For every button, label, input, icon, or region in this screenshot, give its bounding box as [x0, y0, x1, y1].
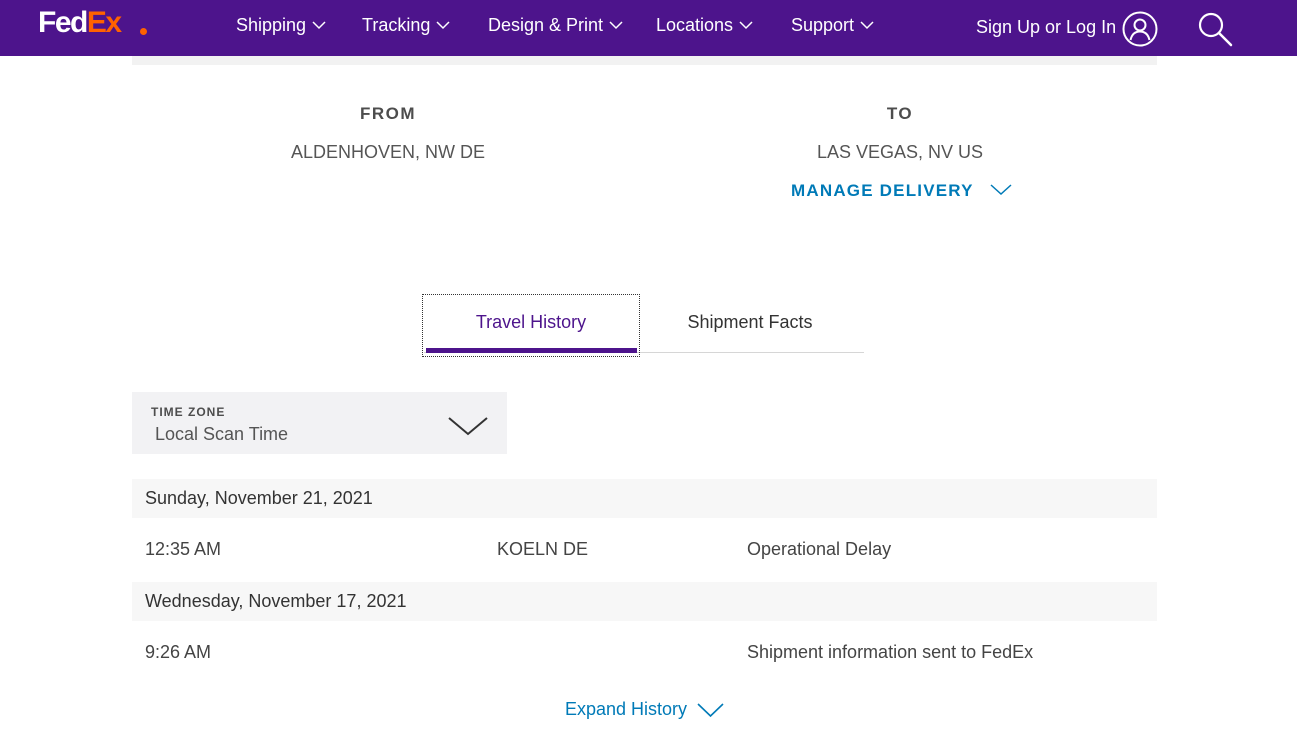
- history-event-row: 12:35 AM KOELN DE Operational Delay: [132, 530, 1157, 570]
- nav-support-label: Support: [791, 14, 855, 35]
- chevron-down-icon: [448, 417, 488, 436]
- tab-travel-history-label: Travel History: [475, 312, 587, 332]
- chevron-down-icon[interactable]: [990, 184, 1012, 196]
- sign-up-login-link[interactable]: Sign Up or Log In: [976, 14, 1116, 40]
- tab-travel-history[interactable]: Travel History: [422, 294, 640, 357]
- top-navigation-bar: FedEx Shipping Tracking Design & Print L…: [0, 0, 1297, 56]
- timezone-select[interactable]: TIME ZONE Local Scan Time: [132, 392, 507, 454]
- user-account-icon[interactable]: [1121, 10, 1159, 48]
- chevron-down-icon[interactable]: [697, 703, 724, 718]
- timezone-value: Local Scan Time: [155, 424, 289, 444]
- nav-design-print-label: Design & Print: [488, 14, 604, 35]
- chevron-down-icon: [739, 20, 753, 29]
- active-tab-indicator: [426, 348, 637, 353]
- search-icon[interactable]: [1197, 11, 1233, 47]
- nav-tracking-label: Tracking: [362, 14, 431, 35]
- event-status: Shipment information sent to FedEx: [747, 642, 1034, 662]
- chevron-down-icon: [609, 20, 623, 29]
- to-location: LAS VEGAS, NV US: [816, 142, 984, 162]
- event-status: Operational Delay: [747, 539, 892, 559]
- from-location: ALDENHOVEN, NW DE: [290, 142, 486, 162]
- chevron-down-icon: [312, 20, 326, 29]
- from-label: FROM: [359, 104, 417, 123]
- timezone-label: TIME ZONE: [151, 405, 226, 419]
- section-divider: [132, 56, 1157, 65]
- tab-shipment-facts[interactable]: Shipment Facts: [640, 312, 860, 333]
- event-location: KOELN DE: [497, 539, 589, 559]
- nav-support[interactable]: Support: [791, 13, 874, 37]
- logo-ex-text: Ex: [86, 6, 122, 39]
- nav-shipping[interactable]: Shipping: [236, 13, 326, 37]
- nav-locations-label: Locations: [656, 14, 734, 35]
- chevron-down-icon: [860, 20, 874, 29]
- expand-history-link[interactable]: Expand History: [565, 699, 687, 720]
- history-date-row: Wednesday, November 17, 2021: [132, 582, 1157, 621]
- nav-design-print[interactable]: Design & Print: [488, 13, 623, 37]
- history-event-row: 9:26 AM Shipment information sent to Fed…: [132, 633, 1157, 673]
- history-date: Sunday, November 21, 2021: [145, 488, 373, 508]
- nav-locations[interactable]: Locations: [656, 13, 753, 37]
- chevron-down-icon: [436, 20, 450, 29]
- manage-delivery-label: MANAGE DELIVERY: [791, 181, 974, 200]
- nav-tracking[interactable]: Tracking: [362, 13, 450, 37]
- event-time: 12:35 AM: [145, 539, 222, 559]
- registered-mark-icon: [140, 28, 147, 35]
- manage-delivery-link[interactable]: MANAGE DELIVERY: [791, 181, 974, 201]
- history-date: Wednesday, November 17, 2021: [145, 591, 407, 611]
- history-date-row: Sunday, November 21, 2021: [132, 479, 1157, 518]
- to-label: TO: [886, 104, 914, 123]
- event-time: 9:26 AM: [145, 642, 212, 662]
- logo-fed-text: Fed: [38, 6, 88, 39]
- login-label: Sign Up or Log In: [976, 16, 1117, 37]
- nav-shipping-label: Shipping: [236, 14, 307, 35]
- fedex-logo[interactable]: FedEx: [38, 6, 147, 40]
